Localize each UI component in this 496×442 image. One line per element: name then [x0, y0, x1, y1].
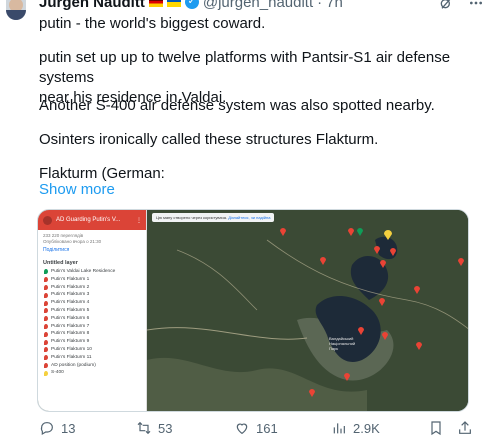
- repost-icon: [137, 421, 151, 435]
- like-button[interactable]: 161: [234, 418, 278, 438]
- map-layer-item: Putin's Flakturm 11: [38, 354, 146, 362]
- tweet-timestamp[interactable]: 7h: [326, 0, 343, 11]
- map-layer-item-label: Putin's Flakturm 3: [51, 292, 90, 298]
- satellite-map-graphic: Валдайський Національний Парк: [147, 210, 468, 411]
- map-layer-item: Putin's Flakturm 2: [38, 284, 146, 292]
- repost-count: 53: [158, 420, 173, 436]
- map-layer-item-label: S-400: [51, 370, 64, 376]
- separator-dot: ·: [317, 0, 323, 11]
- map-notice-text: Цю мапу створено через користувача.: [156, 215, 228, 220]
- tweet-top-icons: [438, 0, 484, 11]
- map-marker-icon: [44, 308, 48, 314]
- like-count: 161: [256, 420, 278, 436]
- map-sidebar: AD Guarding Putin's V... ⋮ 233 220 перег…: [38, 210, 147, 411]
- verified-badge-icon: ✓: [184, 0, 199, 9]
- map-layer-item: Putin's Flakturm 3: [38, 291, 146, 299]
- share-button[interactable]: [457, 418, 473, 438]
- reply-button[interactable]: 13: [39, 418, 75, 438]
- reply-count: 13: [61, 420, 76, 436]
- tweet-paragraph-4: Osinters ironically called these structu…: [39, 131, 379, 148]
- map-layer-item: S-400: [38, 369, 146, 377]
- map-layer-item: Putin's Flakturm 10: [38, 346, 146, 354]
- map-layer-item-label: Putin's Flakturm 1: [51, 276, 90, 282]
- map-marker-icon: [44, 269, 48, 275]
- show-more-link[interactable]: Show more: [39, 180, 115, 200]
- map-layer-item-label: Putin's Flakturm 9: [51, 339, 90, 345]
- map-layer-item-label: Putin's Flakturm 6: [51, 315, 90, 321]
- tweet-paragraph-3: Another S-400 air defense system was als…: [39, 97, 435, 114]
- tweet-actions: 13 53 161 2.9K: [0, 418, 496, 440]
- map-layer-item: AD position (podium): [38, 362, 146, 370]
- map-layer-title: Untitled layer: [43, 260, 78, 266]
- map-marker-icon: [44, 316, 48, 322]
- map-marker-icon: [44, 277, 48, 283]
- ukraine-flag-icon: [166, 0, 181, 7]
- reply-icon: [40, 422, 53, 436]
- map-layer-item: Putin's Flakturm 1: [38, 276, 146, 284]
- map-layer-item-label: Putin's Flakturm 5: [51, 307, 90, 313]
- tweet-paragraph-1: putin - the world's biggest coward.: [39, 15, 266, 32]
- more-options-icon[interactable]: [468, 0, 484, 11]
- avatar-shirt: [6, 10, 26, 20]
- share-icon: [459, 421, 471, 434]
- map-layer-list: Putin's Valdai Lake Residence Putin's Fla…: [38, 268, 146, 377]
- map-marker-icon: [44, 355, 48, 361]
- map-marker-icon: [44, 292, 48, 298]
- map-title: AD Guarding Putin's V...: [56, 217, 121, 223]
- map-marker-icon: [44, 331, 48, 337]
- map-marker-icon: [44, 323, 48, 329]
- bookmark-button[interactable]: [428, 418, 444, 438]
- map-layer-item-label: Putin's Valdai Lake Residence: [51, 269, 116, 274]
- tweet-header: Jürgen Nauditt ✓ @jurgen_nauditt · 7h: [39, 0, 343, 11]
- map-layer-item: Putin's Flakturm 8: [38, 330, 146, 338]
- germany-flag-icon: [148, 0, 163, 7]
- map-layer-item-label: Putin's Flakturm 11: [51, 354, 92, 360]
- author-avatar[interactable]: [6, 0, 26, 20]
- heart-icon: [236, 423, 248, 435]
- map-marker-icon: [44, 339, 48, 345]
- map-layer-item: Putin's Flakturm 6: [38, 315, 146, 323]
- map-layer-item: Putin's Flakturm 5: [38, 307, 146, 315]
- map-logo-icon: [43, 215, 52, 225]
- map-marker-icon: [44, 362, 48, 368]
- repost-button[interactable]: 53: [136, 418, 172, 438]
- map-layer-item-label: Putin's Flakturm 10: [51, 346, 92, 352]
- map-layer-item-label: Putin's Flakturm 4: [51, 300, 90, 306]
- map-marker-icon: [44, 284, 48, 290]
- author-handle[interactable]: @jurgen_nauditt: [203, 0, 313, 11]
- views-chart-icon: [333, 423, 345, 434]
- map-layer-item-label: AD position (podium): [51, 362, 96, 368]
- map-layer-item: Putin's Flakturm 7: [38, 323, 146, 331]
- map-marker-icon: [44, 347, 48, 353]
- map-layer-item: Putin's Flakturm 9: [38, 338, 146, 346]
- map-title-bar: AD Guarding Putin's V... ⋮: [38, 210, 146, 230]
- map-share: Поділитися: [43, 247, 70, 253]
- tweet-media-image[interactable]: AD Guarding Putin's V... ⋮ 233 220 перег…: [37, 209, 469, 412]
- map-notice: Цю мапу створено через користувача. Дізн…: [152, 213, 275, 222]
- map-place-label: Парк: [329, 346, 338, 351]
- map-layer-item-label: Putin's Flakturm 8: [51, 331, 90, 337]
- grok-icon[interactable]: [438, 0, 454, 11]
- views-button[interactable]: 2.9K: [331, 418, 380, 438]
- map-menu-icon: ⋮: [136, 217, 142, 224]
- map-layer-item: Putin's Flakturm 4: [38, 299, 146, 307]
- map-layer-item-label: Putin's Flakturm 7: [51, 323, 90, 329]
- map-layer-item: Putin's Valdai Lake Residence: [38, 268, 146, 276]
- satellite-map: Валдайський Національний Парк Цю мапу ст…: [147, 210, 468, 411]
- bookmark-icon: [431, 421, 441, 436]
- map-meta: 233 220 переглядів Опубліковано вчора о …: [38, 230, 146, 245]
- author-name[interactable]: Jürgen Nauditt: [39, 0, 145, 11]
- views-count: 2.9K: [353, 420, 380, 436]
- map-marker-icon: [44, 300, 48, 306]
- map-notice-link: Дізнайтеся, чи надійна: [228, 215, 271, 220]
- map-layer-item-label: Putin's Flakturm 2: [51, 284, 90, 290]
- map-marker-icon: [44, 370, 48, 376]
